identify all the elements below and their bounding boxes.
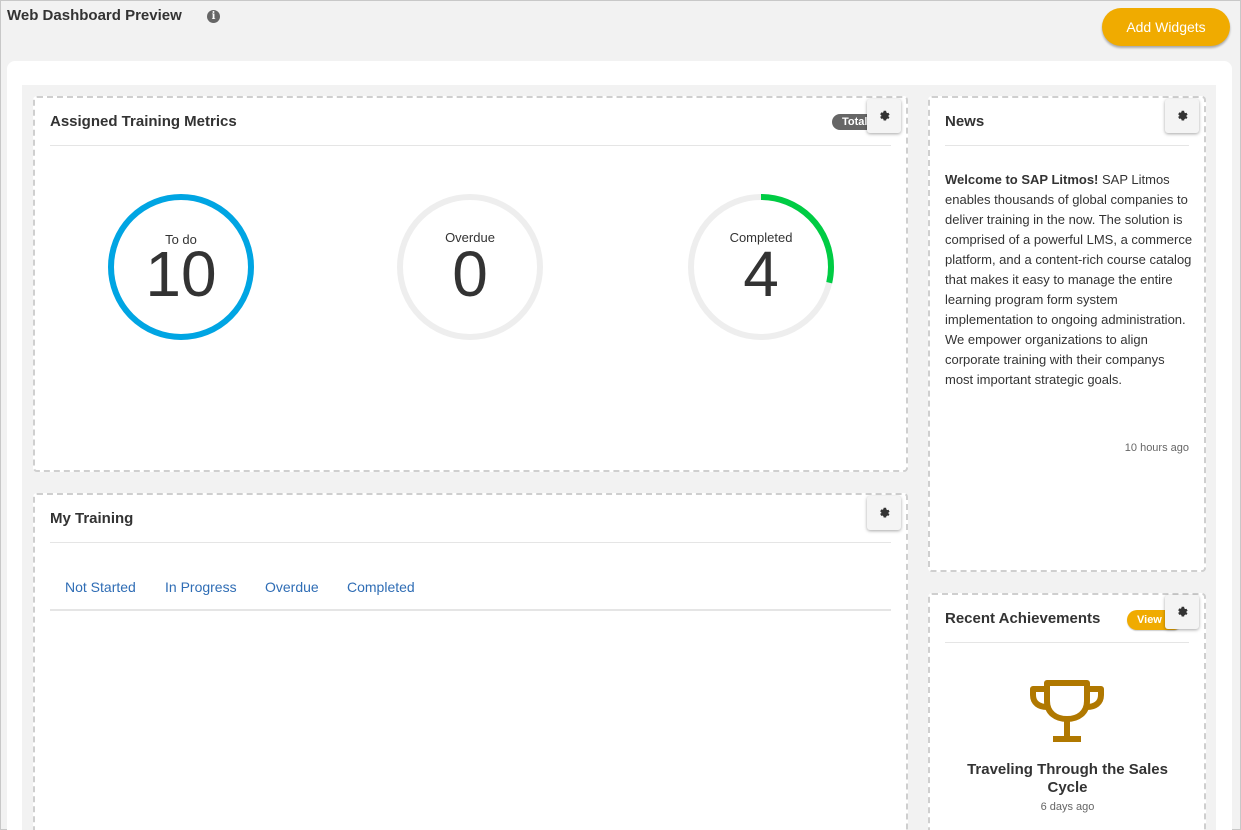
completed-value: 4 (743, 238, 779, 310)
training-widget: My Training Not Started In Progress Over… (33, 493, 908, 830)
achievements-widget-title: Recent Achievements (945, 610, 1101, 627)
top-bar: Web Dashboard Preview i Add Widgets (1, 1, 1240, 59)
metric-completed: Completed 4 (686, 192, 836, 342)
training-divider (50, 542, 891, 543)
tab-not-started[interactable]: Not Started (65, 579, 136, 595)
gear-icon (1178, 606, 1188, 617)
metrics-divider (50, 145, 891, 146)
news-divider (945, 145, 1189, 146)
achievements-settings-button[interactable] (1165, 595, 1199, 629)
todo-value: 10 (145, 238, 217, 310)
achievements-divider (945, 642, 1189, 643)
gear-icon (880, 110, 890, 121)
overdue-value: 0 (452, 238, 488, 310)
achievement-title[interactable]: Traveling Through the Sales Cycle (945, 761, 1190, 797)
metrics-widget: Assigned Training Metrics Total To do 10… (33, 96, 908, 472)
metrics-widget-title: Assigned Training Metrics (50, 113, 237, 130)
gear-icon (880, 507, 890, 518)
training-widget-title: My Training (50, 510, 134, 527)
metric-overdue: Overdue 0 (395, 192, 545, 342)
achievements-widget: Recent Achievements View Traveling Throu… (928, 593, 1206, 830)
page-title: Web Dashboard Preview (7, 7, 182, 24)
tab-overdue[interactable]: Overdue (265, 579, 319, 595)
tab-in-progress[interactable]: In Progress (165, 579, 237, 595)
achievement-timestamp: 6 days ago (1040, 801, 1095, 813)
news-text: SAP Litmos enables thousands of global c… (945, 172, 1193, 387)
training-settings-button[interactable] (867, 496, 901, 530)
news-widget: News Welcome to SAP Litmos! SAP Litmos e… (928, 96, 1206, 572)
widget-grid: Assigned Training Metrics Total To do 10… (22, 85, 1216, 830)
news-widget-title: News (945, 113, 985, 130)
metrics-settings-button[interactable] (867, 99, 901, 133)
tab-completed[interactable]: Completed (347, 579, 415, 595)
news-timestamp: 10 hours ago (1124, 442, 1189, 454)
news-settings-button[interactable] (1165, 99, 1199, 133)
training-tabs: Not Started In Progress Overdue Complete… (50, 575, 891, 611)
add-widgets-button[interactable]: Add Widgets (1102, 8, 1230, 46)
info-icon[interactable]: i (207, 10, 220, 23)
news-article: Welcome to SAP Litmos! SAP Litmos enable… (945, 170, 1195, 390)
news-lead: Welcome to SAP Litmos! (945, 172, 1099, 187)
gear-icon (1178, 110, 1188, 121)
metric-todo: To do 10 (106, 192, 256, 342)
trophy-icon (1030, 680, 1104, 742)
